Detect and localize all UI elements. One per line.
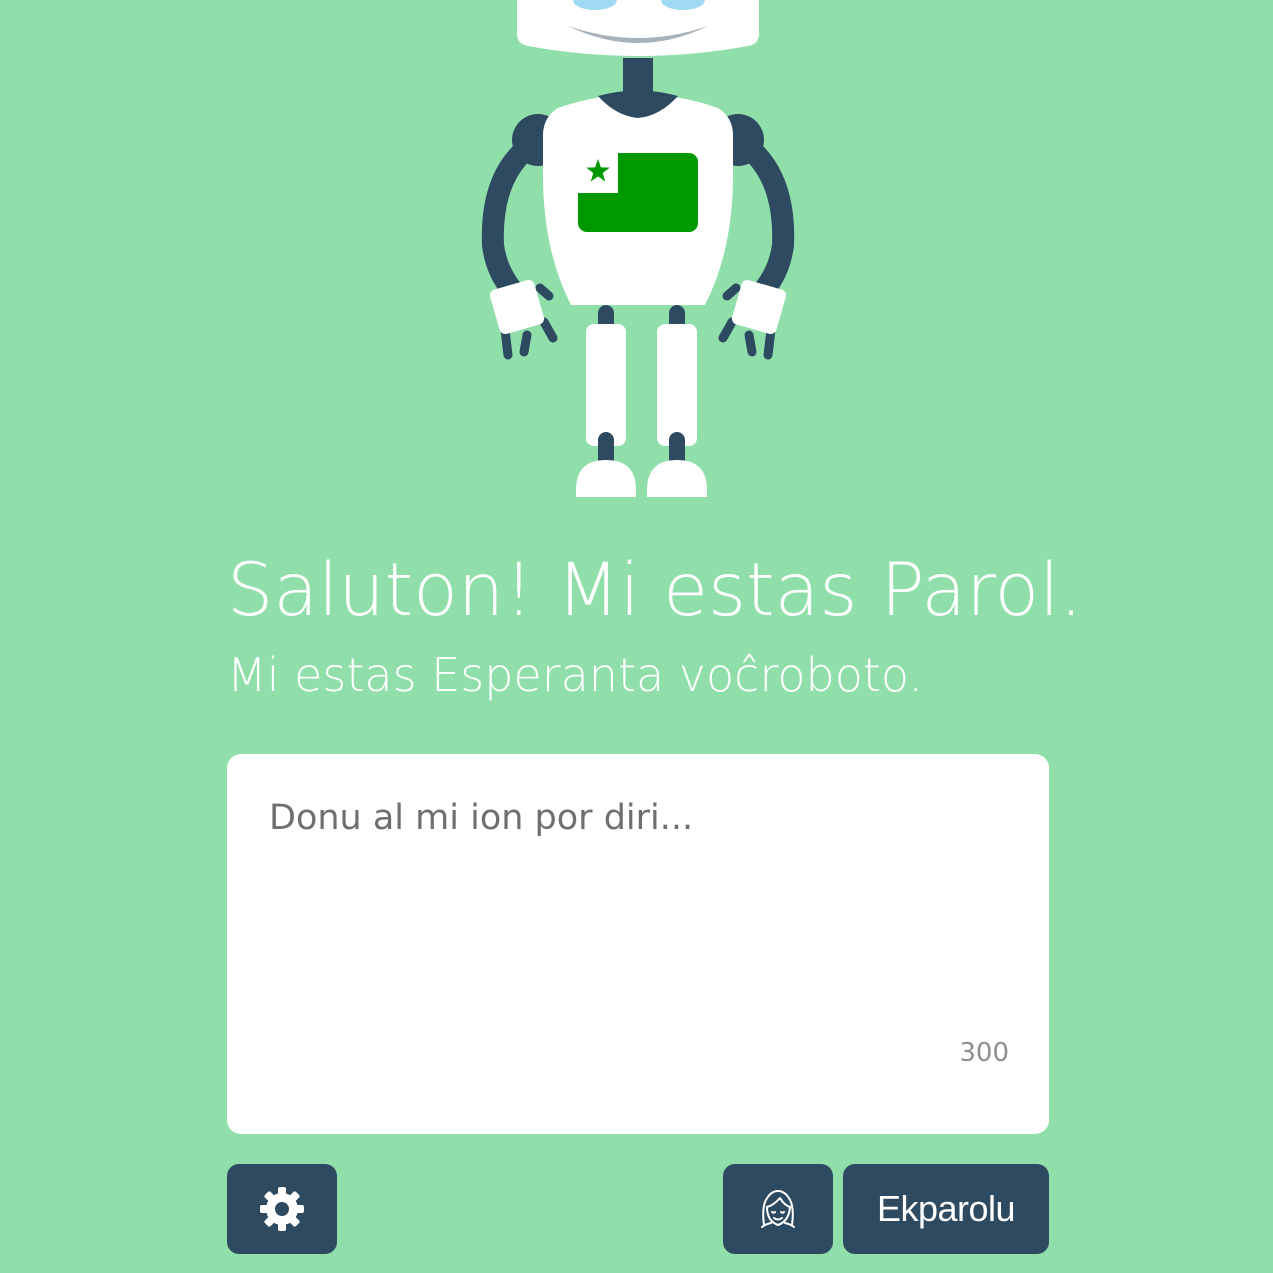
text-card: 300 [227, 754, 1049, 1134]
voice-select-button[interactable] [723, 1164, 833, 1254]
hero: Saluton! Mi estas Parol. Mi estas Espera… [227, 545, 1083, 707]
robot-illustration [481, 0, 795, 497]
page-title: Saluton! Mi estas Parol. [227, 548, 1083, 633]
speech-text-input[interactable] [227, 754, 1049, 1134]
speak-button[interactable]: Ekparolu [843, 1164, 1049, 1254]
page: Saluton! Mi estas Parol. Mi estas Espera… [0, 0, 1273, 1273]
gear-icon [260, 1187, 304, 1231]
page-subtitle: Mi estas Esperanta voĉroboto. [227, 648, 923, 702]
settings-button[interactable] [227, 1164, 337, 1254]
char-counter: 300 [959, 1038, 1009, 1068]
female-face-icon [761, 1190, 795, 1228]
